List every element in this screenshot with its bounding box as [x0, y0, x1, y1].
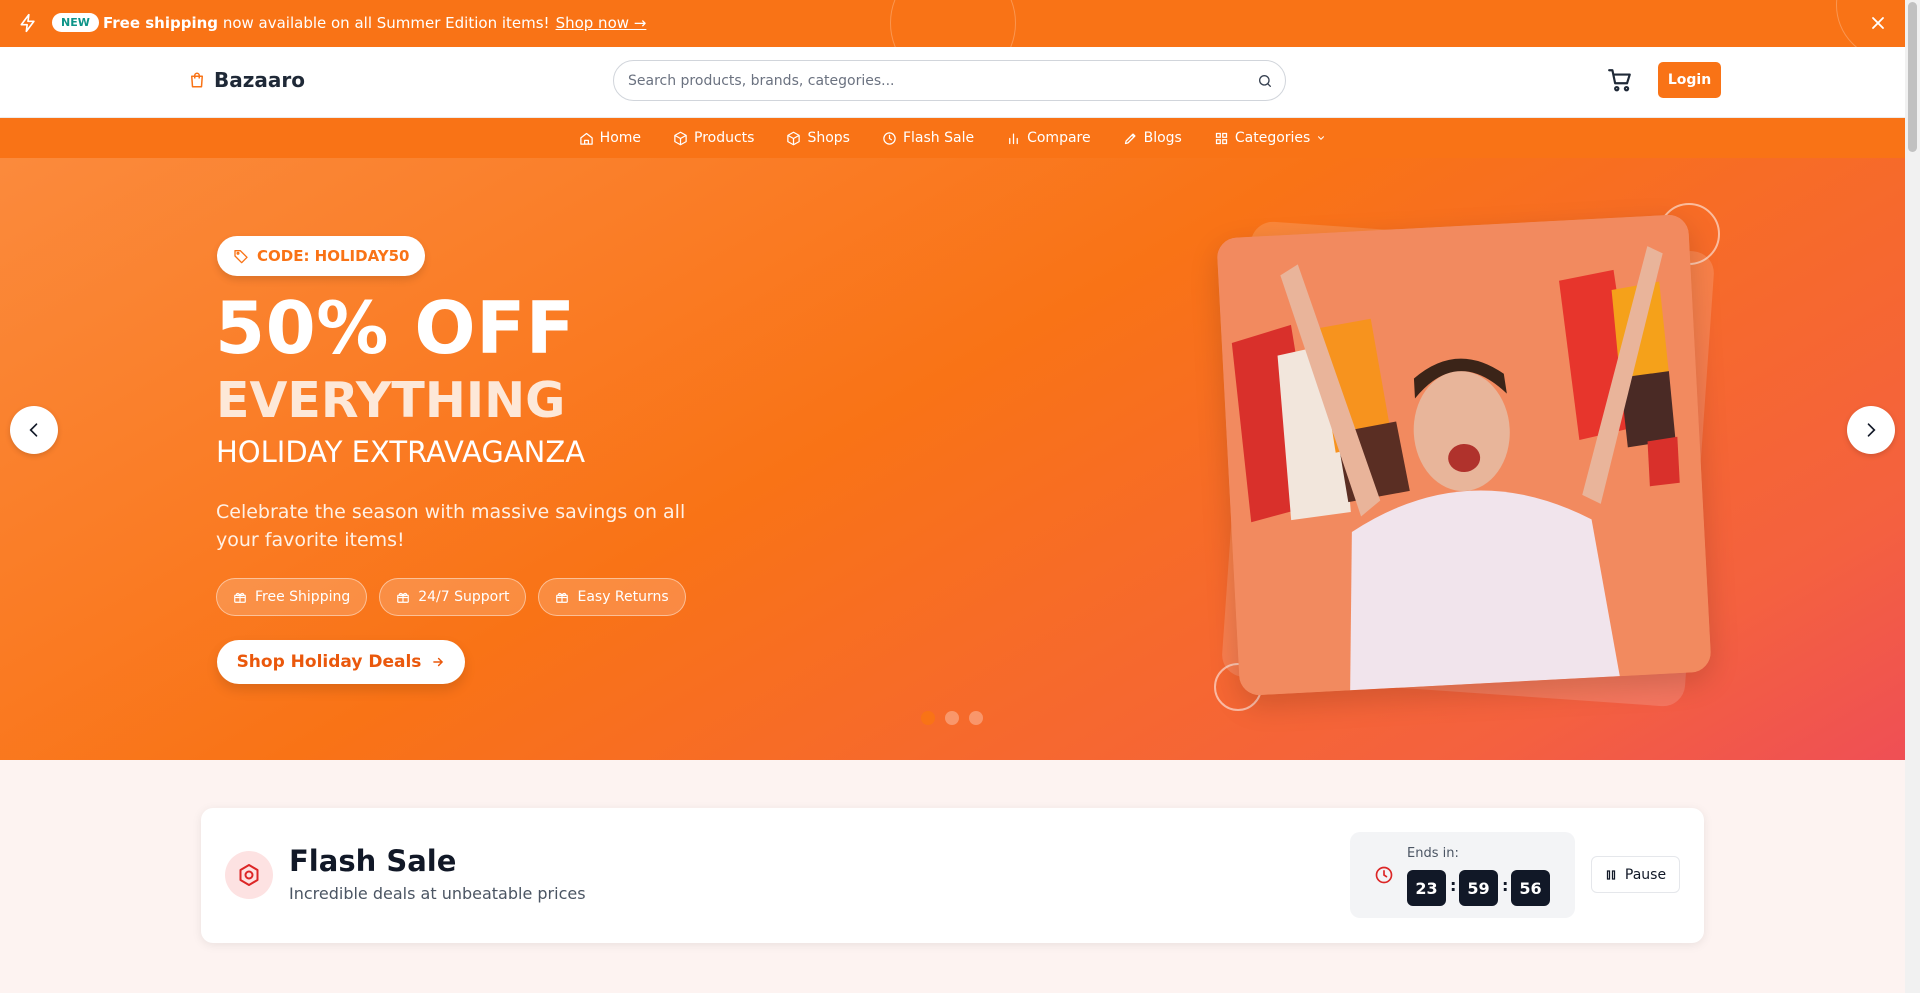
brand-name: Bazaaro	[214, 68, 305, 92]
slide-indicators	[921, 711, 983, 725]
target-icon	[239, 864, 259, 886]
cart-icon[interactable]	[1607, 67, 1633, 93]
arrow-right-icon	[433, 657, 444, 667]
hero-tagline: HOLIDAY EXTRAVAGANZA	[216, 435, 586, 469]
pen-icon	[1124, 133, 1136, 144]
slide-dot[interactable]	[969, 711, 983, 725]
flash-sale-subtitle: Incredible deals at unbeatable prices	[289, 884, 586, 903]
slide-dot[interactable]	[945, 711, 959, 725]
shopping-bag-icon	[191, 72, 203, 88]
close-icon[interactable]	[1868, 13, 1888, 33]
feature-label: 24/7 Support	[418, 589, 510, 605]
cta-label: Shop Holiday Deals	[236, 652, 422, 672]
main-nav: Home Products Shops Flash Sale Compare B…	[0, 118, 1905, 158]
bar-chart-icon	[1009, 133, 1018, 144]
promo-code-pill[interactable]: CODE: HOLIDAY50	[217, 236, 426, 276]
nav-item-compare[interactable]: Compare	[990, 130, 1107, 146]
tag-icon	[234, 250, 248, 264]
next-slide-button[interactable]	[1847, 406, 1895, 454]
login-button[interactable]: Login	[1658, 62, 1721, 98]
time-separator: :	[1502, 876, 1509, 895]
countdown-seconds: 56	[1511, 870, 1550, 906]
announcement-text: Free shipping now available on all Summe…	[103, 14, 646, 32]
search-icon[interactable]	[1257, 73, 1273, 89]
announcement-bold: Free shipping	[103, 14, 219, 32]
hero-subheadline: EVERYTHING	[216, 372, 566, 429]
search-bar	[613, 60, 1286, 101]
hero-banner: CODE: HOLIDAY50 50% OFF EVERYTHING HOLID…	[0, 158, 1905, 760]
nav-label: Blogs	[1143, 130, 1182, 146]
lightning-icon	[20, 13, 35, 33]
shop-holiday-deals-button[interactable]: Shop Holiday Deals	[217, 640, 465, 684]
hero-image	[1216, 213, 1712, 697]
scrollbar-thumb[interactable]	[1908, 2, 1917, 152]
home-icon	[579, 132, 593, 145]
countdown-hours: 23	[1407, 870, 1446, 906]
shopper-illustration	[1216, 213, 1712, 697]
previous-slide-button[interactable]	[10, 406, 58, 454]
nav-label: Flash Sale	[902, 130, 975, 146]
nav-label: Products	[694, 130, 755, 146]
chevron-down-icon	[1318, 136, 1325, 140]
gift-icon	[556, 592, 569, 603]
time-separator: :	[1450, 876, 1457, 895]
nav-label: Shops	[807, 130, 850, 146]
chevron-right-icon	[1867, 423, 1876, 437]
flash-sale-title: Flash Sale	[289, 844, 457, 878]
nav-item-products[interactable]: Products	[657, 130, 770, 146]
nav-label: Categories	[1234, 130, 1311, 146]
pause-icon	[1606, 869, 1616, 880]
hero-headline: 50% OFF	[215, 286, 576, 370]
nav-label: Home	[599, 130, 642, 146]
nav-item-blogs[interactable]: Blogs	[1107, 130, 1198, 146]
hero-description: Celebrate the season with massive saving…	[216, 501, 686, 551]
feature-pills: Free Shipping 24/7 Support Easy Returns	[216, 578, 686, 616]
clock-icon	[883, 131, 896, 145]
grid-icon	[1215, 132, 1227, 144]
promo-code: CODE: HOLIDAY50	[257, 247, 410, 265]
gift-icon	[397, 592, 410, 603]
gift-icon	[234, 592, 246, 603]
logo[interactable]: Bazaaro	[188, 68, 305, 92]
feature-label: Easy Returns	[577, 589, 669, 605]
site-header: Bazaaro Login	[0, 47, 1905, 118]
countdown-minutes: 59	[1459, 870, 1498, 906]
box-icon	[674, 131, 687, 145]
nav-item-flash-sale[interactable]: Flash Sale	[866, 130, 990, 146]
announcement-bar: NEW Free shipping now available on all S…	[0, 0, 1905, 47]
feature-label: Free Shipping	[255, 589, 351, 605]
nav-label: Compare	[1027, 130, 1091, 146]
cube-icon	[787, 131, 801, 145]
pause-button[interactable]: Pause	[1591, 856, 1680, 893]
countdown-timer: Ends in: 23 : 59 : 56	[1350, 832, 1575, 918]
feature-pill: Easy Returns	[538, 578, 686, 616]
search-input[interactable]	[628, 70, 1228, 92]
clock-icon	[1375, 866, 1393, 884]
decorative-circle	[890, 0, 1016, 47]
nav-item-shops[interactable]: Shops	[770, 130, 866, 146]
feature-pill: 24/7 Support	[379, 578, 527, 616]
chevron-left-icon	[29, 423, 38, 437]
feature-pill: Free Shipping	[216, 578, 368, 616]
flash-sale-badge	[225, 851, 273, 899]
page-scrollbar[interactable]	[1905, 0, 1920, 993]
slide-dot[interactable]	[921, 711, 935, 725]
shop-now-link[interactable]: Shop now →	[556, 14, 647, 32]
ends-in-label: Ends in:	[1407, 846, 1459, 861]
nav-item-categories[interactable]: Categories	[1198, 130, 1342, 146]
announcement-message: now available on all Summer Edition item…	[218, 14, 550, 32]
nav-item-home[interactable]: Home	[563, 130, 657, 146]
pause-label: Pause	[1624, 866, 1667, 883]
flash-sale-card: Flash Sale Incredible deals at unbeatabl…	[201, 808, 1704, 943]
new-badge: NEW	[52, 13, 99, 32]
